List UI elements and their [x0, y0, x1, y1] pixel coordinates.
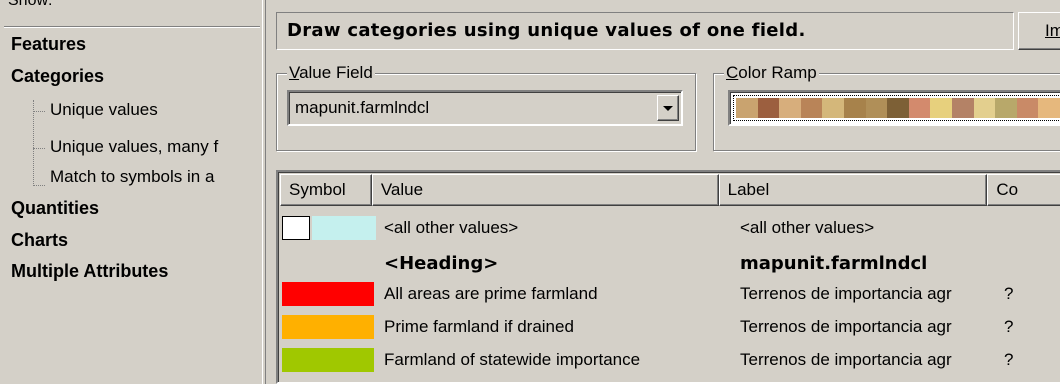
symbol-fill: [282, 282, 374, 306]
column-header-count[interactable]: Co: [987, 174, 1060, 206]
color-ramp-swatch: [757, 98, 780, 118]
description-bar: Draw categories using unique values of o…: [276, 12, 1014, 50]
value-field-selected: mapunit.farmlndcl: [295, 98, 430, 117]
row-label[interactable]: <all other values>: [732, 218, 1002, 238]
color-ramp-swatch: [736, 98, 758, 118]
symbol-swatch-empty: [280, 251, 376, 275]
value-field-group: Value Field mapunit.farmlndcl: [276, 63, 696, 151]
symbol-swatch[interactable]: [280, 315, 376, 339]
symbol-fill: [282, 315, 374, 339]
row-label[interactable]: Terrenos de importancia agr: [732, 350, 1002, 370]
row-count: ?: [1004, 284, 1014, 303]
tree-item-match-to-symbols[interactable]: Match to symbols in a: [50, 167, 214, 187]
row-value: <all other values>: [384, 218, 519, 237]
tree-item-unique-values[interactable]: Unique values: [50, 100, 158, 120]
row-label[interactable]: Terrenos de importancia agr: [732, 317, 1002, 337]
color-ramp-swatch: [973, 98, 996, 118]
tree-item-unique-values-many[interactable]: Unique values, many f: [50, 137, 218, 157]
tree-item-quantities[interactable]: Quantities: [11, 198, 99, 219]
symbol-fill: [282, 348, 374, 372]
row-label[interactable]: mapunit.farmlndcl: [732, 253, 1002, 274]
chevron-down-icon[interactable]: [657, 95, 679, 121]
column-header-label[interactable]: Label: [718, 174, 988, 206]
color-ramp-swatch: [1016, 98, 1039, 118]
tree-connector: [33, 100, 34, 186]
row-value: <Heading>: [384, 252, 499, 274]
tree-connector-h: [33, 185, 45, 186]
column-header-value[interactable]: Value: [371, 174, 719, 206]
row-count: ?: [1004, 317, 1014, 336]
color-ramp-swatch: [887, 98, 909, 118]
symbol-fill: [312, 216, 376, 240]
tree-item-multiple-attributes[interactable]: Multiple Attributes: [11, 261, 168, 282]
column-header-symbol[interactable]: Symbol: [280, 174, 372, 206]
table-row[interactable]: All areas are prime farmland Terrenos de…: [280, 282, 1060, 306]
color-ramp-swatch: [908, 98, 931, 118]
description-text: Draw categories using unique values of o…: [287, 20, 806, 41]
color-ramp-swatch: [843, 98, 866, 118]
tree-item-categories[interactable]: Categories: [11, 66, 104, 87]
row-count: ?: [1004, 350, 1014, 369]
tree-connector-h: [33, 111, 45, 112]
tree-item-charts[interactable]: Charts: [11, 230, 68, 251]
color-ramp-group: Color Ramp: [713, 63, 1060, 151]
symbol-swatch[interactable]: [280, 216, 376, 240]
value-field-legend: Value Field: [287, 63, 375, 83]
row-value: All areas are prime farmland: [384, 284, 598, 303]
color-ramp-swatch: [800, 98, 823, 118]
renderer-tree-panel: Show: Features Categories Unique values …: [0, 0, 262, 384]
import-button-label: Im: [1045, 21, 1060, 40]
table-row[interactable]: <all other values> <all other values>: [280, 216, 1060, 240]
show-divider: [4, 26, 260, 28]
row-value: Farmland of statewide importance: [384, 350, 641, 369]
tree-item-features[interactable]: Features: [11, 34, 86, 55]
value-field-dropdown[interactable]: mapunit.farmlndcl: [287, 90, 683, 126]
symbol-swatch[interactable]: [280, 282, 376, 306]
symbol-outline: [282, 216, 310, 240]
color-ramp-swatch: [865, 98, 888, 118]
color-ramp-dropdown[interactable]: [728, 90, 1060, 126]
color-ramp-swatch: [930, 98, 952, 118]
show-label: Show:: [8, 0, 53, 9]
color-ramp-legend: Color Ramp: [724, 63, 819, 83]
color-ramp-swatch: [995, 98, 1017, 118]
tree-connector-h: [33, 148, 45, 149]
panel-splitter[interactable]: [262, 0, 266, 384]
table-row[interactable]: Prime farmland if drained Terrenos de im…: [280, 315, 1060, 339]
row-value: Prime farmland if drained: [384, 317, 574, 336]
table-row[interactable]: <Heading> mapunit.farmlndcl: [280, 251, 1060, 275]
symbol-table[interactable]: Symbol Value Label Co <all other values>…: [276, 170, 1060, 384]
color-ramp-preview: [733, 95, 1060, 121]
color-ramp-swatch: [779, 98, 801, 118]
color-ramp-swatch: [1038, 98, 1060, 118]
symbol-swatch[interactable]: [280, 348, 376, 372]
table-header: Symbol Value Label Co: [280, 174, 1060, 206]
color-ramp-swatch: [822, 98, 844, 118]
table-row[interactable]: Farmland of statewide importance Terreno…: [280, 348, 1060, 372]
row-label[interactable]: Terrenos de importancia agr: [732, 284, 1002, 304]
import-button[interactable]: Im: [1018, 12, 1060, 50]
color-ramp-swatch: [951, 98, 974, 118]
